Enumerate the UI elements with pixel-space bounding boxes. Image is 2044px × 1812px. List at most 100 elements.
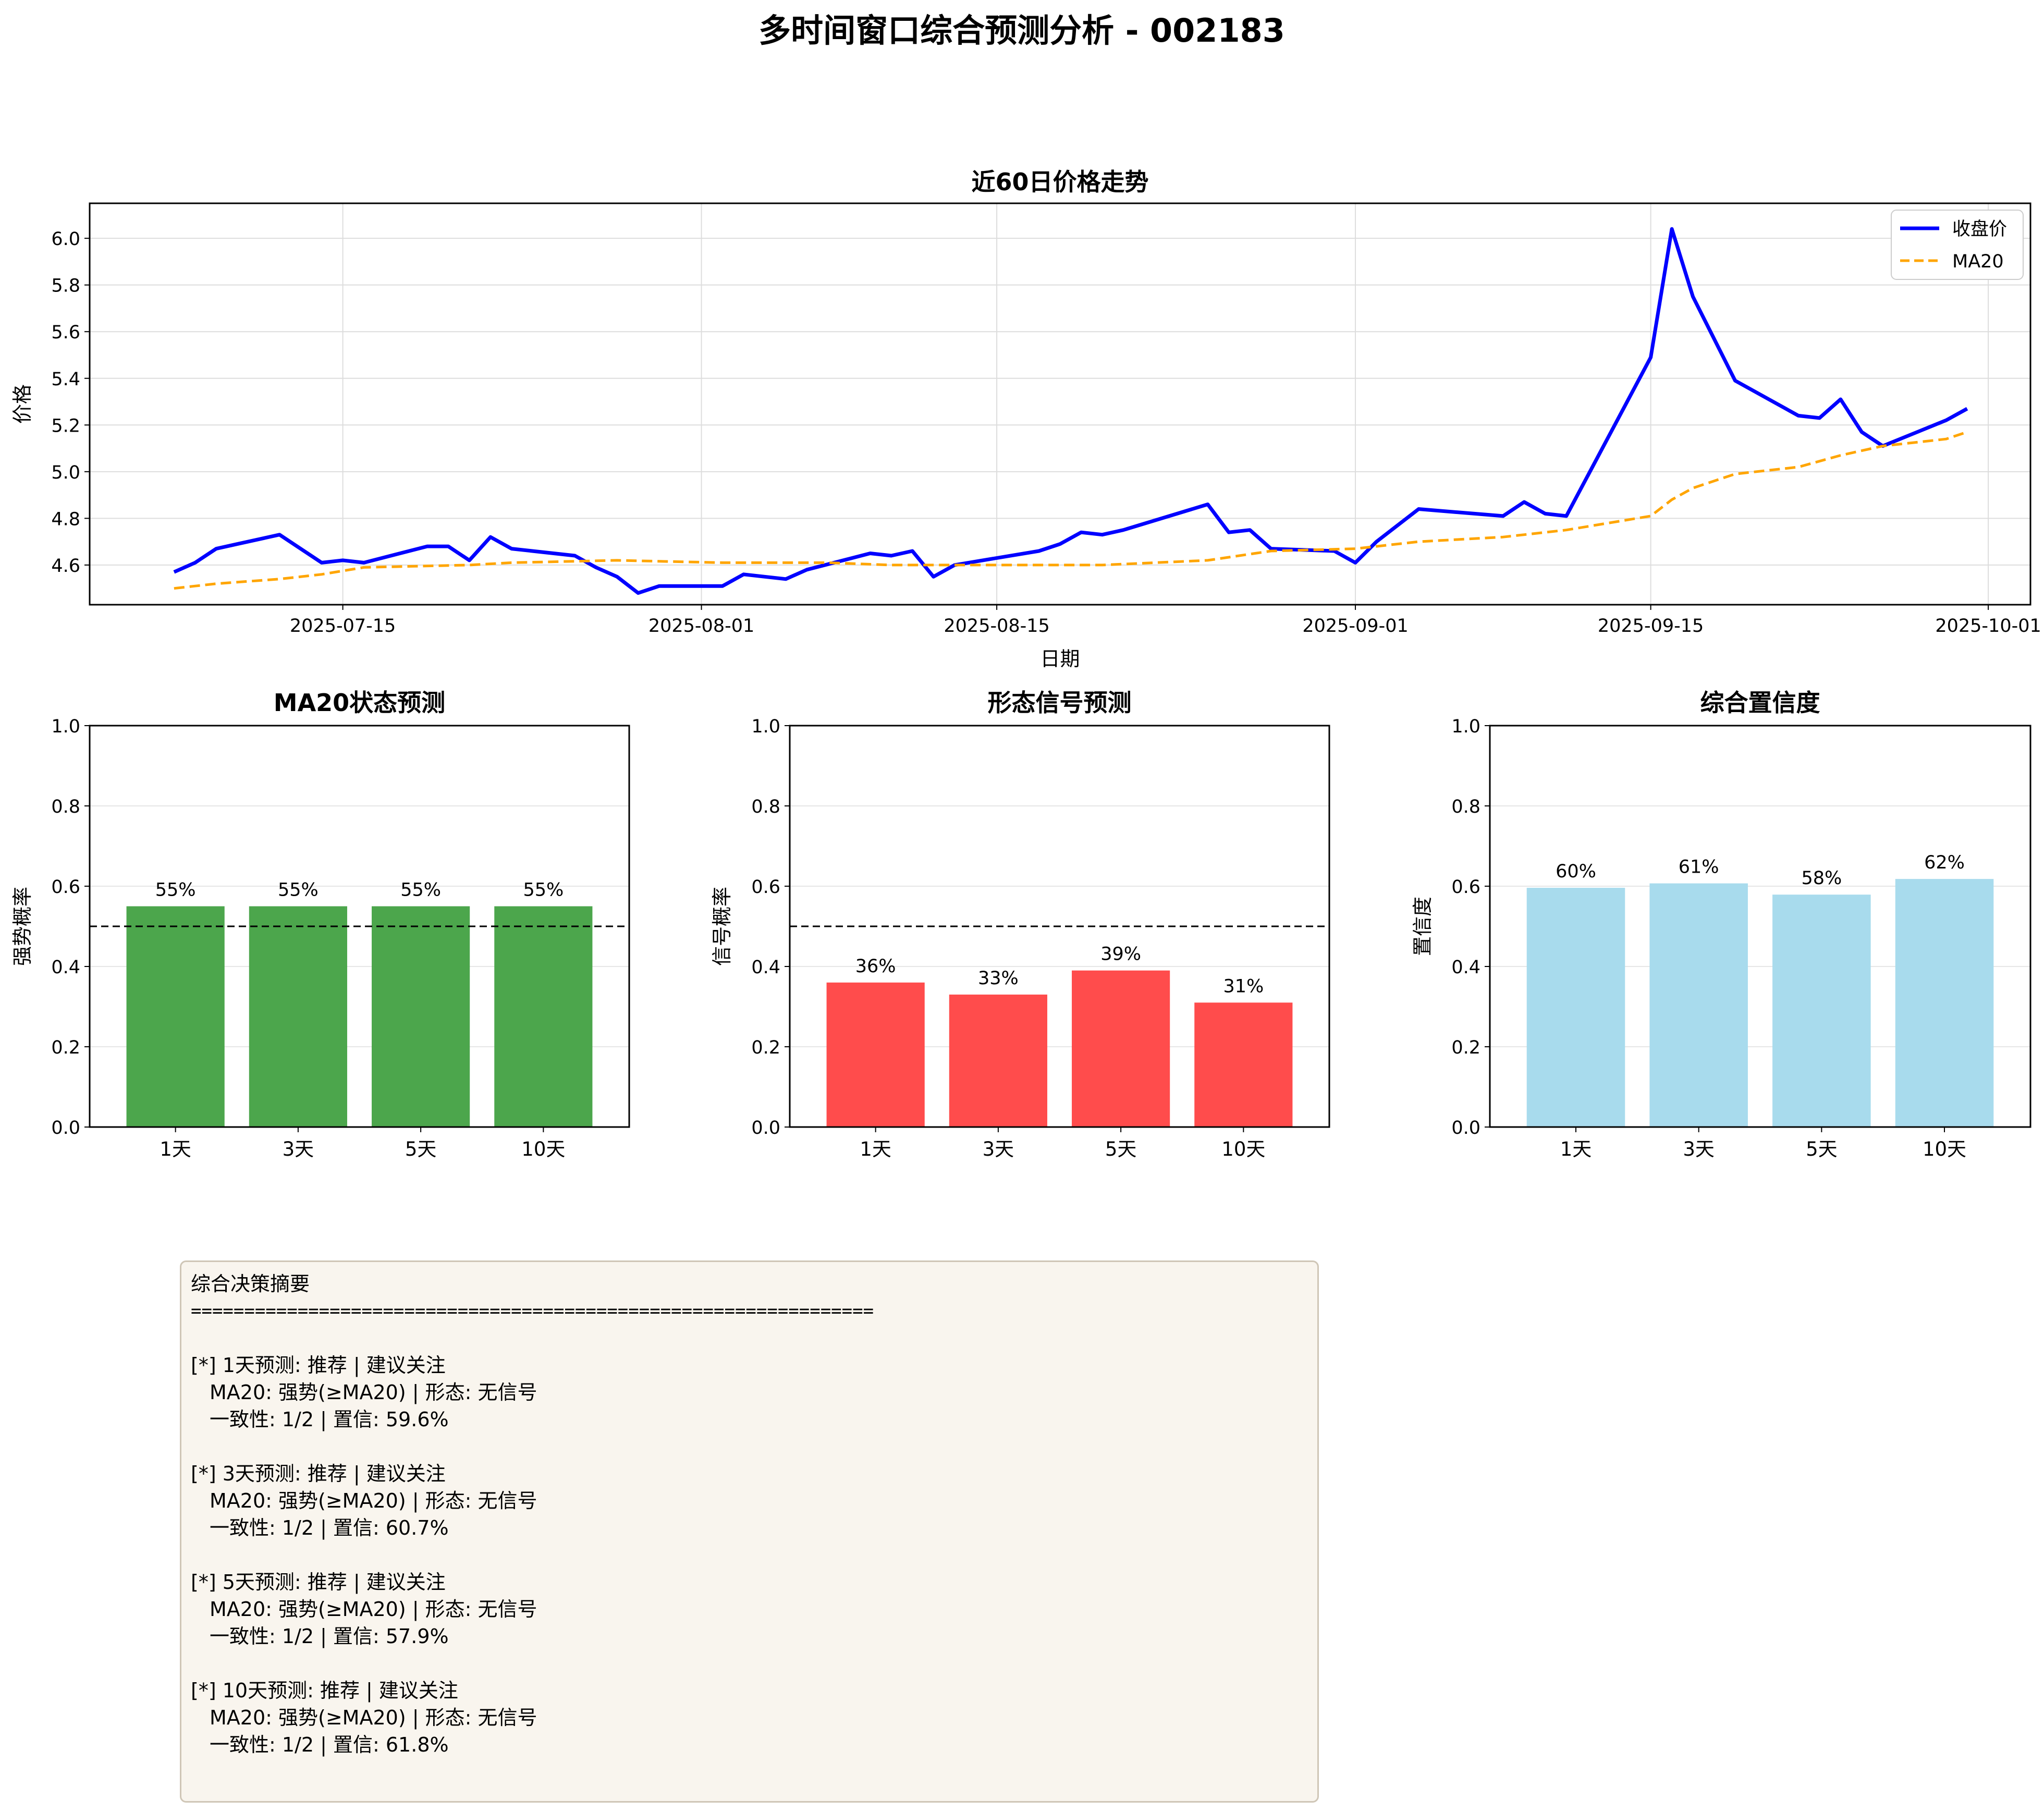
y-tick-label: 0.8 — [751, 797, 780, 817]
y-tick-label: 0.4 — [1451, 957, 1480, 978]
bar-value-label: 33% — [978, 968, 1019, 989]
y-tick-label: 0.0 — [1451, 1118, 1480, 1138]
bar-value-label: 55% — [400, 880, 441, 901]
bar-value-label: 58% — [1801, 868, 1842, 889]
summary-block-ma-line: MA20: 强势(≥MA20) | 形态: 无信号 — [210, 1489, 537, 1512]
y-tick-label: 0.4 — [51, 957, 80, 978]
bar — [249, 906, 347, 1127]
y-tick-label: 0.8 — [51, 797, 80, 817]
y-tick-label: 0.2 — [751, 1037, 780, 1058]
chart-legend: 收盘价 MA20 — [1891, 210, 2024, 280]
bar — [1895, 879, 1994, 1127]
bar — [1194, 1002, 1293, 1127]
summary-block-10d: [*] 10天预测: 推荐 | 建议关注 MA20: 强势(≥MA20) | 形… — [191, 1677, 1308, 1758]
x-tick-label: 5天 — [405, 1138, 437, 1160]
bar-value-label: 39% — [1100, 944, 1141, 965]
y-tick-label: 6.0 — [51, 229, 80, 250]
chart-title: 近60日价格走势 — [971, 168, 1148, 196]
x-tick-label: 3天 — [983, 1138, 1014, 1160]
x-tick-label: 2025-09-15 — [1598, 616, 1704, 636]
y-tick-label: 0.6 — [1451, 877, 1480, 898]
x-tick-label: 3天 — [283, 1138, 314, 1160]
x-tick-label: 2025-09-01 — [1302, 616, 1408, 636]
y-tick-label: 1.0 — [751, 716, 780, 737]
y-tick-label: 1.0 — [1451, 716, 1480, 737]
x-tick-label: 1天 — [160, 1138, 191, 1160]
bar-value-label: 60% — [1556, 861, 1596, 882]
y-tick-label: 1.0 — [51, 716, 80, 737]
summary-block-1d: [*] 1天预测: 推荐 | 建议关注 MA20: 强势(≥MA20) | 形态… — [191, 1352, 1308, 1433]
y-axis-label: 强势概率 — [11, 887, 34, 966]
bar-value-label: 36% — [855, 956, 896, 977]
y-tick-label: 5.6 — [51, 322, 80, 343]
y-tick-label: 4.8 — [51, 509, 80, 530]
x-tick-label: 2025-08-15 — [944, 616, 1049, 636]
summary-block-ma-line: MA20: 强势(≥MA20) | 形态: 无信号 — [210, 1706, 537, 1729]
chart-title: 综合置信度 — [1700, 689, 1820, 717]
y-tick-label: 0.0 — [751, 1118, 780, 1138]
bar — [1526, 888, 1625, 1127]
y-axis-label: 置信度 — [1411, 897, 1434, 956]
x-tick-label: 2025-08-01 — [648, 616, 754, 636]
figure-title: 多时间窗口综合预测分析 - 002183 — [758, 11, 1285, 50]
bar — [1072, 970, 1170, 1127]
bar-value-label: 55% — [523, 880, 564, 901]
summary-block-3d: [*] 3天预测: 推荐 | 建议关注 MA20: 强势(≥MA20) | 形态… — [191, 1460, 1308, 1541]
summary-block-conf-line: 一致性: 1/2 | 置信: 60.7% — [210, 1516, 449, 1539]
bar-value-label: 31% — [1223, 976, 1264, 997]
bar — [1649, 883, 1748, 1127]
y-tick-label: 5.8 — [51, 276, 80, 297]
y-tick-label: 0.6 — [51, 877, 80, 898]
x-tick-label: 10天 — [1221, 1138, 1265, 1160]
summary-block-head: [*] 3天预测: 推荐 | 建议关注 — [191, 1462, 446, 1485]
y-tick-label: 0.2 — [1451, 1037, 1480, 1058]
legend-label: 收盘价 — [1952, 219, 2007, 240]
x-tick-label: 1天 — [860, 1138, 891, 1160]
summary-block-head: [*] 1天预测: 推荐 | 建议关注 — [191, 1354, 446, 1377]
price-trend-chart: 4.6 4.8 5.0 5.2 5.4 5.6 5.8 6.0 2025-07-15 2025-0… — [11, 168, 2041, 670]
bar-value-label: 61% — [1679, 857, 1719, 878]
y-axis-label: 价格 — [11, 384, 34, 424]
summary-block-ma-line: MA20: 强势(≥MA20) | 形态: 无信号 — [210, 1381, 537, 1404]
y-tick-label: 5.2 — [51, 415, 80, 436]
bar — [494, 906, 593, 1127]
y-tick-label: 0.0 — [51, 1118, 80, 1138]
y-tick-label: 0.6 — [751, 877, 780, 898]
summary-block-ma-line: MA20: 强势(≥MA20) | 形态: 无信号 — [210, 1598, 537, 1621]
x-tick-label: 2025-07-15 — [290, 616, 396, 636]
bar — [949, 994, 1047, 1127]
x-tick-label: 2025-10-01 — [1935, 616, 2041, 636]
summary-block-head: [*] 10天预测: 推荐 | 建议关注 — [191, 1679, 458, 1702]
y-tick-label: 0.8 — [1451, 797, 1480, 817]
summary-block-conf-line: 一致性: 1/2 | 置信: 57.9% — [210, 1625, 449, 1648]
summary-block-5d: [*] 5天预测: 推荐 | 建议关注 MA20: 强势(≥MA20) | 形态… — [191, 1569, 1308, 1650]
bar — [1772, 895, 1871, 1127]
x-tick-label: 5天 — [1806, 1138, 1838, 1160]
summary-title: 综合决策摘要 — [191, 1272, 310, 1295]
summary-block-conf-line: 一致性: 1/2 | 置信: 61.8% — [210, 1733, 449, 1756]
y-tick-label: 4.6 — [51, 556, 80, 577]
confidence-chart: 0.0 0.2 0.4 0.6 0.8 1.0 60% 1天 61% 3天 58% 5天 62% 10天 综… — [1411, 689, 2031, 1160]
y-tick-label: 5.0 — [51, 462, 80, 483]
x-tick-label: 5天 — [1105, 1138, 1137, 1160]
chart-title: 形态信号预测 — [988, 689, 1132, 717]
ma20-state-chart: 0.0 0.2 0.4 0.6 0.8 1.0 55% 1天 55% 3天 55% 5天 55% 10天 M… — [11, 689, 630, 1160]
summary-divider: ========================================… — [191, 1301, 874, 1321]
x-tick-label: 10天 — [1923, 1138, 1966, 1160]
x-axis-label: 日期 — [1040, 647, 1080, 670]
legend-label: MA20 — [1952, 251, 2004, 272]
bar — [126, 906, 225, 1127]
x-tick-label: 3天 — [1683, 1138, 1715, 1160]
y-axis-label: 信号概率 — [711, 887, 733, 966]
summary-block-head: [*] 5天预测: 推荐 | 建议关注 — [191, 1571, 446, 1594]
bar-value-label: 62% — [1924, 852, 1965, 873]
y-tick-label: 0.2 — [51, 1037, 80, 1058]
x-tick-label: 10天 — [521, 1138, 565, 1160]
bar — [826, 982, 925, 1127]
close-price-line — [173, 227, 1968, 595]
bar-value-label: 55% — [278, 880, 319, 901]
chart-title: MA20状态预测 — [274, 689, 445, 717]
summary-block-conf-line: 一致性: 1/2 | 置信: 59.6% — [210, 1408, 449, 1431]
bar — [372, 906, 470, 1127]
decision-summary-box: 综合决策摘要 =================================… — [180, 1260, 1319, 1803]
